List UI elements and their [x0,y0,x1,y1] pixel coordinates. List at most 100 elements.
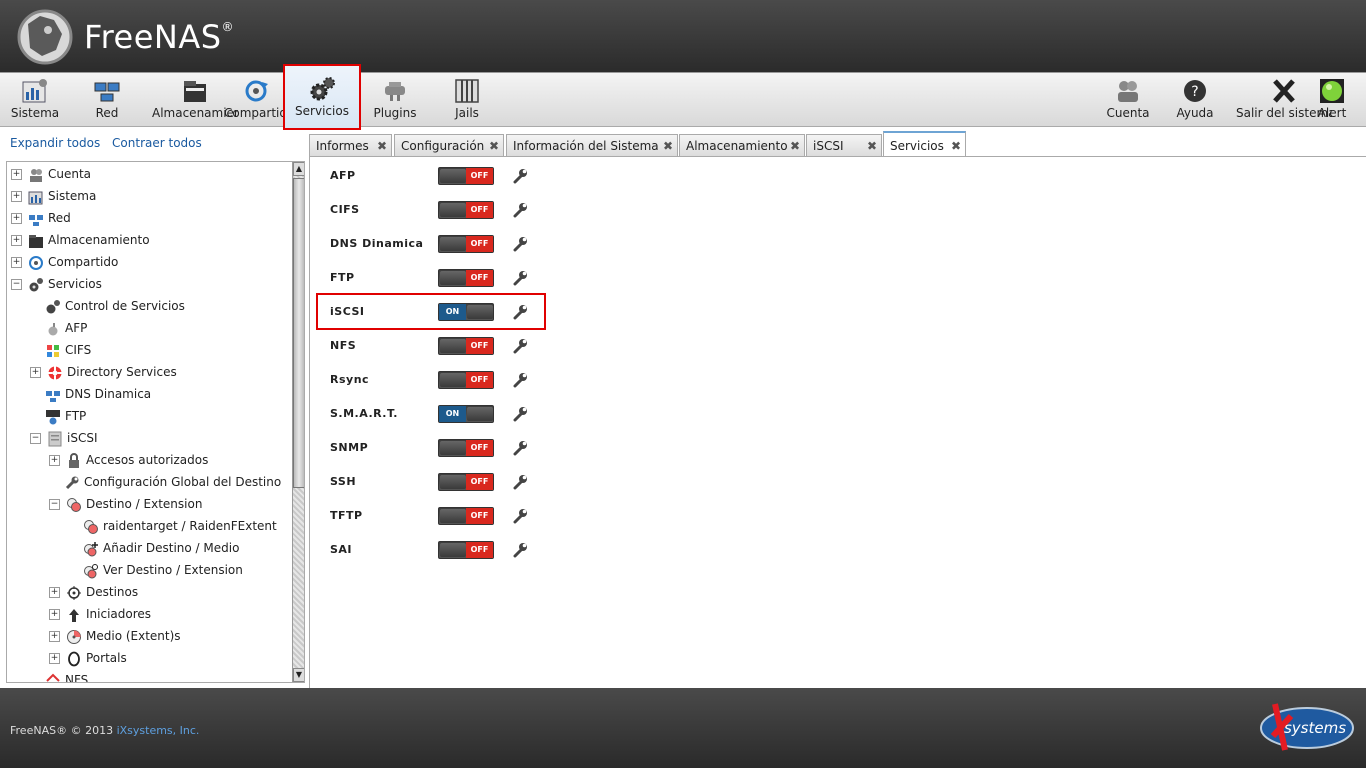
tree-item-ver-destino[interactable]: Ver Destino / Extension [83,560,243,580]
settings-wrench-icon[interactable] [512,236,528,252]
tree-item-cuenta[interactable]: + Cuenta [11,164,91,184]
toolbar-servicios-button[interactable]: Servicios [283,64,361,130]
settings-wrench-icon[interactable] [512,202,528,218]
expand-icon[interactable]: + [11,191,22,202]
tree-item-compartido[interactable]: + Compartido [11,252,118,272]
close-tab-icon[interactable]: ✖ [663,135,673,157]
toggle-knob[interactable] [440,543,466,557]
settings-wrench-icon[interactable] [512,270,528,286]
collapse-icon[interactable]: − [30,433,41,444]
scroll-up-arrow-icon[interactable]: ▲ [293,162,304,176]
scroll-down-arrow-icon[interactable]: ▼ [293,668,304,682]
tree-item-control-servicios[interactable]: Control de Servicios [45,296,185,316]
service-toggle[interactable]: OFF [438,507,494,525]
toggle-knob[interactable] [440,271,466,285]
expand-icon[interactable]: + [49,455,60,466]
toolbar-cuenta-button[interactable]: Cuenta [1104,75,1152,123]
tree-item-almacenamiento[interactable]: + Almacenamiento [11,230,150,250]
collapse-icon[interactable]: − [11,279,22,290]
tab-servicios[interactable]: Servicios ✖ [883,131,966,157]
tree-item-directory-services[interactable]: + Directory Services [30,362,177,382]
tree-item-afp[interactable]: AFP [45,318,87,338]
tab-iscsi[interactable]: iSCSI ✖ [806,134,882,156]
expand-icon[interactable]: + [11,169,22,180]
tree-item-ftp[interactable]: FTP [45,406,86,426]
tree-item-dns-dinamica[interactable]: DNS Dinamica [45,384,151,404]
tree-item-servicios[interactable]: − Servicios [11,274,102,294]
tree-item-accesos-autorizados[interactable]: + Accesos autorizados [49,450,208,470]
expand-icon[interactable]: + [11,257,22,268]
settings-wrench-icon[interactable] [512,168,528,184]
toggle-knob[interactable] [440,169,466,183]
tree-scrollbar[interactable]: ▲ ▼ [292,162,304,682]
expand-icon[interactable]: + [11,213,22,224]
toggle-knob[interactable] [467,407,493,421]
tree-item-medio-extents[interactable]: + Medio (Extent)s [49,626,181,646]
toolbar-alert-button[interactable]: Alert [1314,75,1350,123]
service-toggle[interactable]: OFF [438,235,494,253]
settings-wrench-icon[interactable] [512,474,528,490]
settings-wrench-icon[interactable] [512,440,528,456]
tab-informes[interactable]: Informes ✖ [309,134,392,156]
expand-all-link[interactable]: Expandir todos [10,136,100,150]
toolbar-plugins-button[interactable]: Plugins [370,75,420,123]
expand-icon[interactable]: + [49,587,60,598]
tree-item-portals[interactable]: + Portals [49,648,127,668]
service-toggle[interactable]: OFF [438,473,494,491]
expand-icon[interactable]: + [11,235,22,246]
toggle-knob[interactable] [440,203,466,217]
service-toggle[interactable]: OFF [438,541,494,559]
toggle-knob[interactable] [440,509,466,523]
tree-item-anadir-destino[interactable]: Añadir Destino / Medio [83,538,239,558]
toolbar-red-button[interactable]: Red [82,75,132,123]
tab-configuracion[interactable]: Configuración ✖ [394,134,504,156]
settings-wrench-icon[interactable] [512,406,528,422]
service-toggle[interactable]: OFF [438,167,494,185]
settings-wrench-icon[interactable] [512,508,528,524]
service-name: SNMP [330,441,369,454]
scrollbar-thumb[interactable] [293,178,304,488]
service-toggle[interactable]: OFF [438,201,494,219]
settings-wrench-icon[interactable] [512,542,528,558]
tab-almacenamiento[interactable]: Almacenamiento ✖ [679,134,805,156]
tree-item-destinos[interactable]: + Destinos [49,582,138,602]
tree-item-sistema[interactable]: + Sistema [11,186,96,206]
tree-item-raidentarget[interactable]: raidentarget / RaidenFExtent [83,516,277,536]
toggle-knob[interactable] [440,475,466,489]
service-toggle[interactable]: OFF [438,269,494,287]
toggle-knob[interactable] [440,339,466,353]
toolbar-compartido-button[interactable]: Compartido [224,75,288,123]
tab-informacion-sistema[interactable]: Información del Sistema ✖ [506,134,678,156]
toolbar-jails-button[interactable]: Jails [446,75,488,123]
close-tab-icon[interactable]: ✖ [489,135,499,157]
settings-wrench-icon[interactable] [512,338,528,354]
collapse-all-link[interactable]: Contraer todos [112,136,202,150]
close-tab-icon[interactable]: ✖ [867,135,877,157]
toolbar-ayuda-button[interactable]: ? Ayuda [1174,75,1216,123]
tree-item-iscsi[interactable]: − iSCSI [30,428,98,448]
tree-item-config-global-destino[interactable]: Configuración Global del Destino [64,472,281,492]
toolbar-sistema-button[interactable]: Sistema [8,75,62,123]
service-toggle[interactable]: ON [438,405,494,423]
service-toggle[interactable]: OFF [438,439,494,457]
svg-text:systems: systems [1284,719,1346,737]
expand-icon[interactable]: + [49,653,60,664]
service-toggle[interactable]: OFF [438,337,494,355]
close-tab-icon[interactable]: ✖ [790,135,800,157]
service-toggle[interactable]: OFF [438,371,494,389]
collapse-icon[interactable]: − [49,499,60,510]
tree-item-nfs[interactable]: NFS [45,670,88,682]
toggle-knob[interactable] [440,237,466,251]
toggle-knob[interactable] [440,373,466,387]
tree-item-cifs[interactable]: CIFS [45,340,91,360]
expand-icon[interactable]: + [30,367,41,378]
settings-wrench-icon[interactable] [512,372,528,388]
tree-item-iniciadores[interactable]: + Iniciadores [49,604,151,624]
expand-icon[interactable]: + [49,609,60,620]
close-tab-icon[interactable]: ✖ [377,135,387,157]
expand-icon[interactable]: + [49,631,60,642]
tree-item-red[interactable]: + Red [11,208,71,228]
toggle-knob[interactable] [440,441,466,455]
company-link[interactable]: iXsystems, Inc. [117,724,200,737]
tree-item-destino-extension[interactable]: − Destino / Extension [49,494,202,514]
